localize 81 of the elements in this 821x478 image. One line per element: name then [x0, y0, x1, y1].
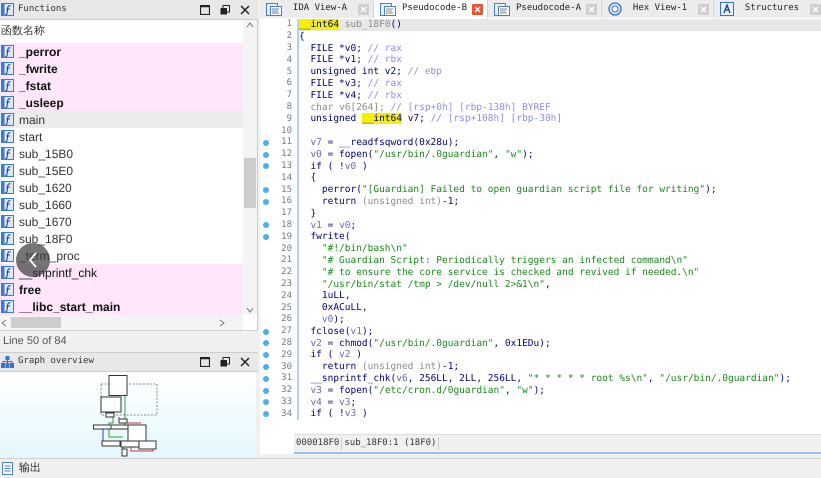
line-number: 21 [280, 255, 292, 266]
editor-tab[interactable]: Pseudocode-B [374, 0, 488, 18]
line-number: 14 [280, 172, 292, 184]
code-line: FILE *v4; // rbx [309, 90, 403, 102]
line-number: 29 [280, 350, 292, 361]
line-number: 28 [280, 338, 292, 349]
line-number: 5 [286, 66, 292, 78]
line-number: 26 [280, 314, 292, 326]
code-line: } [309, 208, 318, 220]
code-line: if ( !v3 ) [309, 408, 369, 420]
code-line: perror("[Guardian] Failed to open guardian script file for writing"); [320, 184, 718, 196]
line-number: 2 [286, 31, 292, 42]
code-line: fwrite( [309, 231, 352, 244]
line-number: 4 [286, 54, 292, 66]
code-line: v2 = chmod("/usr/bin/.0guardian", 0x1EDu); [309, 338, 552, 350]
code-line: if ( v2 ) [309, 349, 363, 362]
line-number: 3 [286, 42, 292, 54]
line-number: 11 [280, 137, 292, 148]
code-line: "# to ensure the core service is checked and revived if needed.\n" [320, 266, 700, 279]
code-line: __snprintf_chk(v6, 256LL, 2LL, 256LL, "* * * * * root %s\n", "/usr/bin/.0guardian"); [309, 372, 792, 385]
line-number: 6 [286, 78, 292, 90]
code-line: FILE *v1; // rbx [309, 54, 403, 66]
code-line: fclose(v1); [309, 326, 374, 338]
code-line: "#!/bin/bash\n" [320, 243, 409, 255]
code-line: char v6[264]; // [rsp+0h] [rbp-138h] BYREF [309, 102, 552, 114]
line-number: 1 [286, 19, 292, 30]
line-number: 22 [280, 267, 292, 278]
code-line: v7 = __readfsqword(0x28u); [309, 136, 460, 149]
code-line: { [309, 172, 318, 184]
line-number: 30 [280, 362, 292, 372]
line-number: 24 [280, 290, 292, 302]
output-bar[interactable]: 输出 [0, 458, 821, 478]
line-number: 32 [280, 385, 292, 396]
line-number: 20 [280, 244, 292, 255]
line-number: 17 [280, 208, 292, 220]
line-number: 18 [280, 220, 292, 231]
panel-title: Graph overview [18, 355, 94, 368]
function-row[interactable]: free [0, 281, 243, 298]
line-number: 16 [280, 196, 292, 208]
line-number: 34 [280, 408, 292, 420]
function-row[interactable]: _usleep [0, 94, 243, 111]
line-number: 19 [280, 232, 292, 243]
line-number: 15 [280, 184, 292, 196]
location-field: sub_18F0:1 (18F0) [342, 436, 440, 450]
function-row[interactable]: __libc_start_main [0, 298, 243, 315]
code-line: v0); [320, 314, 346, 326]
line-number: 10 [280, 126, 292, 137]
code-line: unsigned int v2; // ebp [309, 66, 443, 78]
code-line: if ( !v0 ) [309, 160, 369, 172]
line-number: 7 [286, 90, 292, 102]
code-line: return (unsigned int)-1; [320, 196, 460, 208]
function-row[interactable]: _fwrite [0, 60, 243, 77]
address-field: 000018F0 [294, 436, 342, 450]
code-line: "/usr/bin/stat /tmp > /dev/null 2>&1\n", [320, 278, 552, 290]
line-number: 27 [280, 326, 292, 338]
column-header[interactable]: 函数名称 [1, 23, 45, 40]
code-line: FILE *v3; // rax [309, 78, 403, 90]
line-number: 9 [286, 114, 292, 125]
line-status: Line 50 of 84 [3, 334, 67, 350]
code-line: 0xACuLL, [320, 302, 369, 314]
code-line: FILE *v0; // rax [309, 42, 403, 54]
code-line: "# Guardian Script: Periodically triggers an infected command\n" [320, 254, 689, 267]
line-number: 13 [280, 160, 292, 172]
line-number: 12 [280, 149, 292, 160]
function-row[interactable]: main [0, 111, 243, 128]
code-line: v0 = fopen("/usr/bin/.0guardian", "w"); [309, 148, 535, 161]
line-number: 8 [286, 102, 292, 113]
line-number: 23 [280, 278, 292, 290]
code-line: { [299, 30, 306, 43]
function-row[interactable]: _fstat [0, 77, 243, 94]
line-number: 25 [280, 302, 292, 314]
code-line: v3 = fopen("/etc/cron.d/0guardian", "w"); [309, 384, 546, 396]
panel-title: Functions [18, 2, 67, 16]
code-line: v4 = v3; [309, 396, 358, 408]
code-line: 1uLL, [320, 290, 352, 302]
line-number: 31 [280, 373, 292, 384]
code-line: unsigned __int64 v7; // [rsp+108h] [rbp-30h] [309, 113, 564, 126]
line-number: 33 [280, 396, 292, 408]
code-line: v1 = v0; [309, 220, 358, 232]
code-line: return (unsigned int)-1; [320, 361, 460, 373]
function-row[interactable]: _perror [0, 43, 243, 60]
